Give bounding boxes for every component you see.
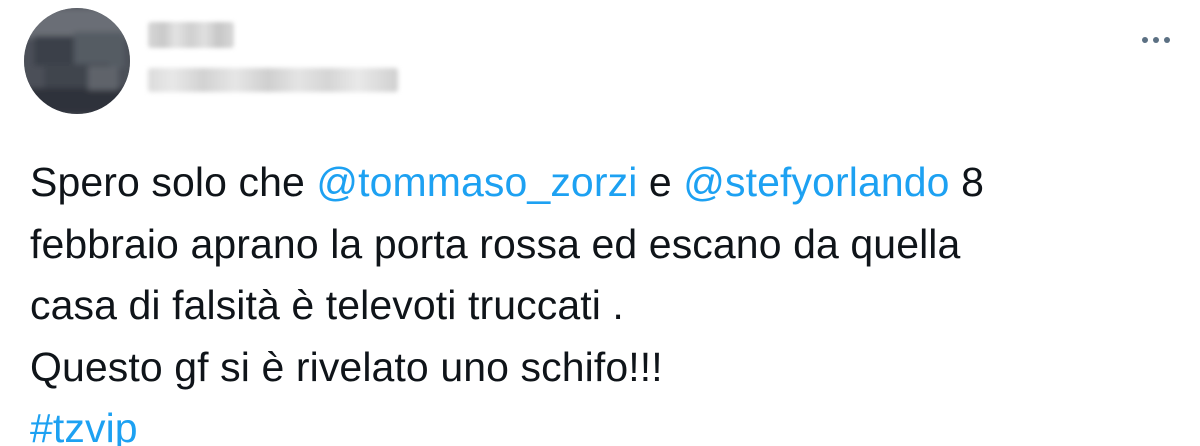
ellipsis-horizontal-icon — [1141, 36, 1171, 44]
author-info — [148, 22, 398, 92]
tweet-text-line-1: Spero solo che @tommaso_zorzi e @stefyor… — [30, 152, 1170, 214]
tweet-text: Spero solo che @tommaso_zorzi e @stefyor… — [30, 152, 1170, 446]
text-segment: 8 — [949, 159, 984, 205]
text-segment: Spero solo che — [30, 159, 317, 205]
tweet-text-line-3: casa di falsità è televoti truccati . — [30, 282, 624, 328]
tweet-text-line-4: Questo gf si è rivelato uno schifo!!! — [30, 343, 663, 390]
more-options-button[interactable] — [1136, 28, 1176, 52]
tweet-card: Spero solo che @tommaso_zorzi e @stefyor… — [0, 0, 1200, 446]
mention-link-tommaso-zorzi[interactable]: @tommaso_zorzi — [316, 159, 637, 205]
author-display-name[interactable] — [148, 22, 234, 48]
mention-link-stefyorlando[interactable]: @stefyorlando — [683, 159, 949, 205]
text-segment: e — [637, 159, 684, 205]
blurred-avatar-image — [24, 8, 130, 114]
tweet-text-line-5: #tzvip — [30, 398, 1170, 446]
author-handle[interactable] — [148, 68, 398, 92]
tweet-text-line-2: febbraio aprano la porta rossa ed escano… — [30, 220, 961, 267]
hashtag-link-tzvip[interactable]: #tzvip — [30, 405, 138, 446]
avatar[interactable] — [24, 8, 130, 114]
